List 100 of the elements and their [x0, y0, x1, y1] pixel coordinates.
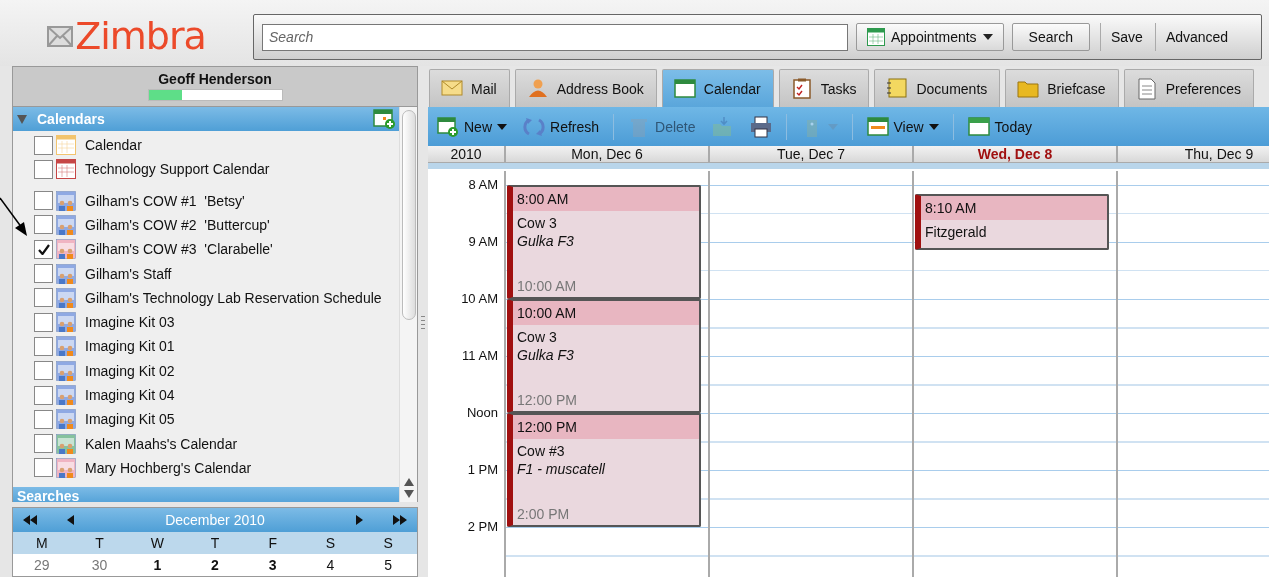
calendar-name[interactable]: Gilham's Staff [85, 265, 172, 282]
checkbox[interactable] [34, 288, 53, 308]
date-cell[interactable]: 30 [70, 557, 129, 573]
new-calendar-icon[interactable] [373, 108, 396, 129]
day-header[interactable]: Mon, Dec 6 [504, 146, 708, 162]
new-calendar-icon [437, 115, 459, 138]
date-cell[interactable]: 2 [186, 557, 244, 573]
print-icon [749, 115, 772, 138]
day-header[interactable]: Tue, Dec 7 [708, 146, 912, 162]
appointment-title: Cow #3 [516, 442, 566, 459]
calendar-name[interactable]: Imagine Kit 03 [85, 314, 175, 331]
document-icon [1135, 77, 1158, 100]
tab[interactable]: Preferences [1123, 69, 1255, 107]
checkbox[interactable] [34, 239, 53, 259]
clipboard-icon [790, 77, 813, 100]
calendar-name[interactable]: Gilham's Technology Lab Reservation Schedule [85, 289, 382, 306]
calendar-icon [867, 28, 885, 46]
weekday-label: T [94, 535, 105, 551]
notebook-icon [886, 77, 909, 100]
calendar-name[interactable]: Kalen Maahs's Calendar [85, 435, 238, 452]
checkbox[interactable] [34, 434, 53, 454]
hour-label: 1 PM [467, 462, 498, 477]
calendar-name[interactable]: Technology Support Calendar [85, 161, 270, 178]
refresh-button[interactable]: Refresh [518, 111, 605, 142]
date-cell[interactable]: 3 [243, 557, 302, 573]
person-icon [526, 77, 549, 100]
date-cell[interactable]: 1 [128, 557, 187, 573]
tab[interactable]: Address Book [514, 69, 657, 107]
appointment-location: F1 - muscatell [516, 460, 606, 477]
tab[interactable]: Documents [874, 69, 1001, 107]
tab[interactable]: Briefcase [1005, 69, 1119, 107]
day-column[interactable]: 8:00 AM Cow 3 Gulka F3 10:00 AM 10:00 AM Cow 3 Gulka F3 12:00 PM 12:00 PM Cow #3 F1 - muscatell 2:00 PM [504, 171, 708, 577]
checkbox[interactable] [34, 409, 53, 429]
new-button[interactable]: New [432, 111, 512, 142]
appointment-location: Gulka F3 [516, 346, 575, 363]
checkbox[interactable] [34, 458, 53, 478]
appointment-location: Gulka F3 [516, 232, 575, 249]
hour-label: 9 AM [468, 234, 498, 249]
appointment-end-time: 2:00 PM [516, 506, 571, 524]
calendar-name[interactable]: Mary Hochberg's Calendar [85, 459, 252, 476]
calendar-name[interactable]: Calendar [85, 137, 142, 154]
tab[interactable]: Mail [429, 69, 510, 107]
date-cell[interactable]: 4 [301, 557, 360, 573]
weekday-label: M [35, 535, 49, 551]
checkbox[interactable] [34, 336, 53, 356]
tab[interactable]: Tasks [778, 69, 870, 107]
checkbox[interactable] [34, 191, 53, 211]
today-button[interactable]: Today [962, 111, 1037, 142]
calendar-name[interactable]: Imaging Kit 05 [85, 411, 175, 428]
calendar-name[interactable]: Imaging Kit 04 [85, 387, 175, 404]
checkbox[interactable] [34, 135, 53, 155]
save-button[interactable]: Save [1099, 23, 1149, 51]
hour-label: Noon [466, 405, 498, 420]
calendar-name[interactable]: Gilham's COW #3 'Clarabelle' [85, 241, 273, 258]
scroll-up-icon[interactable] [403, 478, 414, 486]
appointment-end-time: 10:00 AM [516, 278, 578, 296]
appointment[interactable]: 8:00 AM Cow 3 Gulka F3 10:00 AM [507, 185, 701, 299]
search-button[interactable]: Search [1011, 23, 1090, 51]
searches-title: Searches [17, 488, 80, 502]
previous-month-icon[interactable] [67, 515, 74, 525]
check-icon [37, 243, 50, 255]
logo: Zimbra [75, 17, 206, 55]
appointment-title: Cow 3 [516, 214, 558, 231]
scroll-down-icon[interactable] [403, 490, 414, 498]
next-month-icon[interactable] [356, 515, 363, 525]
day-column[interactable]: 8:10 AM Fitzgerald [912, 171, 1116, 577]
appointment[interactable]: 12:00 PM Cow #3 F1 - muscatell 2:00 PM [507, 413, 701, 527]
weekday-label: T [209, 535, 221, 551]
caret-icon [928, 123, 939, 130]
checkbox[interactable] [34, 264, 53, 284]
calendar-name[interactable]: Gilham's COW #2 'Buttercup' [85, 216, 270, 233]
calendar-name[interactable]: Imaging Kit 02 [85, 362, 175, 379]
day-header[interactable]: Thu, Dec 9 [1116, 146, 1269, 162]
advanced-button[interactable]: Advanced [1154, 23, 1235, 51]
next-year-icon[interactable] [393, 515, 407, 525]
collapse-triangle-icon[interactable] [17, 113, 27, 124]
hour-label: 10 AM [461, 291, 498, 306]
checkbox[interactable] [34, 385, 53, 405]
checkbox[interactable] [34, 215, 53, 235]
tab[interactable]: Calendar [661, 69, 774, 107]
date-cell[interactable]: 5 [359, 557, 417, 573]
user-name: Geoff Henderson [158, 71, 272, 87]
weekday-label: S [382, 535, 394, 551]
checkbox[interactable] [34, 361, 53, 381]
previous-year-icon[interactable] [23, 515, 37, 525]
calendar-name[interactable]: Imaging Kit 01 [85, 338, 175, 355]
checkbox[interactable] [34, 312, 53, 332]
checkbox[interactable] [34, 159, 53, 179]
caret-icon [982, 34, 993, 40]
scrollbar-thumb[interactable] [401, 109, 416, 320]
date-cell[interactable]: 29 [13, 557, 71, 573]
appointment-start-time: 8:00 AM [513, 187, 699, 211]
view-button[interactable]: View [861, 111, 944, 142]
search-type-dropdown[interactable]: Appointments [856, 23, 1004, 51]
weekday-label: F [267, 535, 278, 551]
appointment[interactable]: 8:10 AM Fitzgerald [915, 194, 1109, 250]
calendar-name[interactable]: Gilham's COW #1 'Betsy' [85, 192, 245, 209]
day-header[interactable]: Wed, Dec 8 [912, 146, 1116, 162]
search-field[interactable]: Search [262, 23, 848, 51]
appointment[interactable]: 10:00 AM Cow 3 Gulka F3 12:00 PM [507, 299, 701, 413]
